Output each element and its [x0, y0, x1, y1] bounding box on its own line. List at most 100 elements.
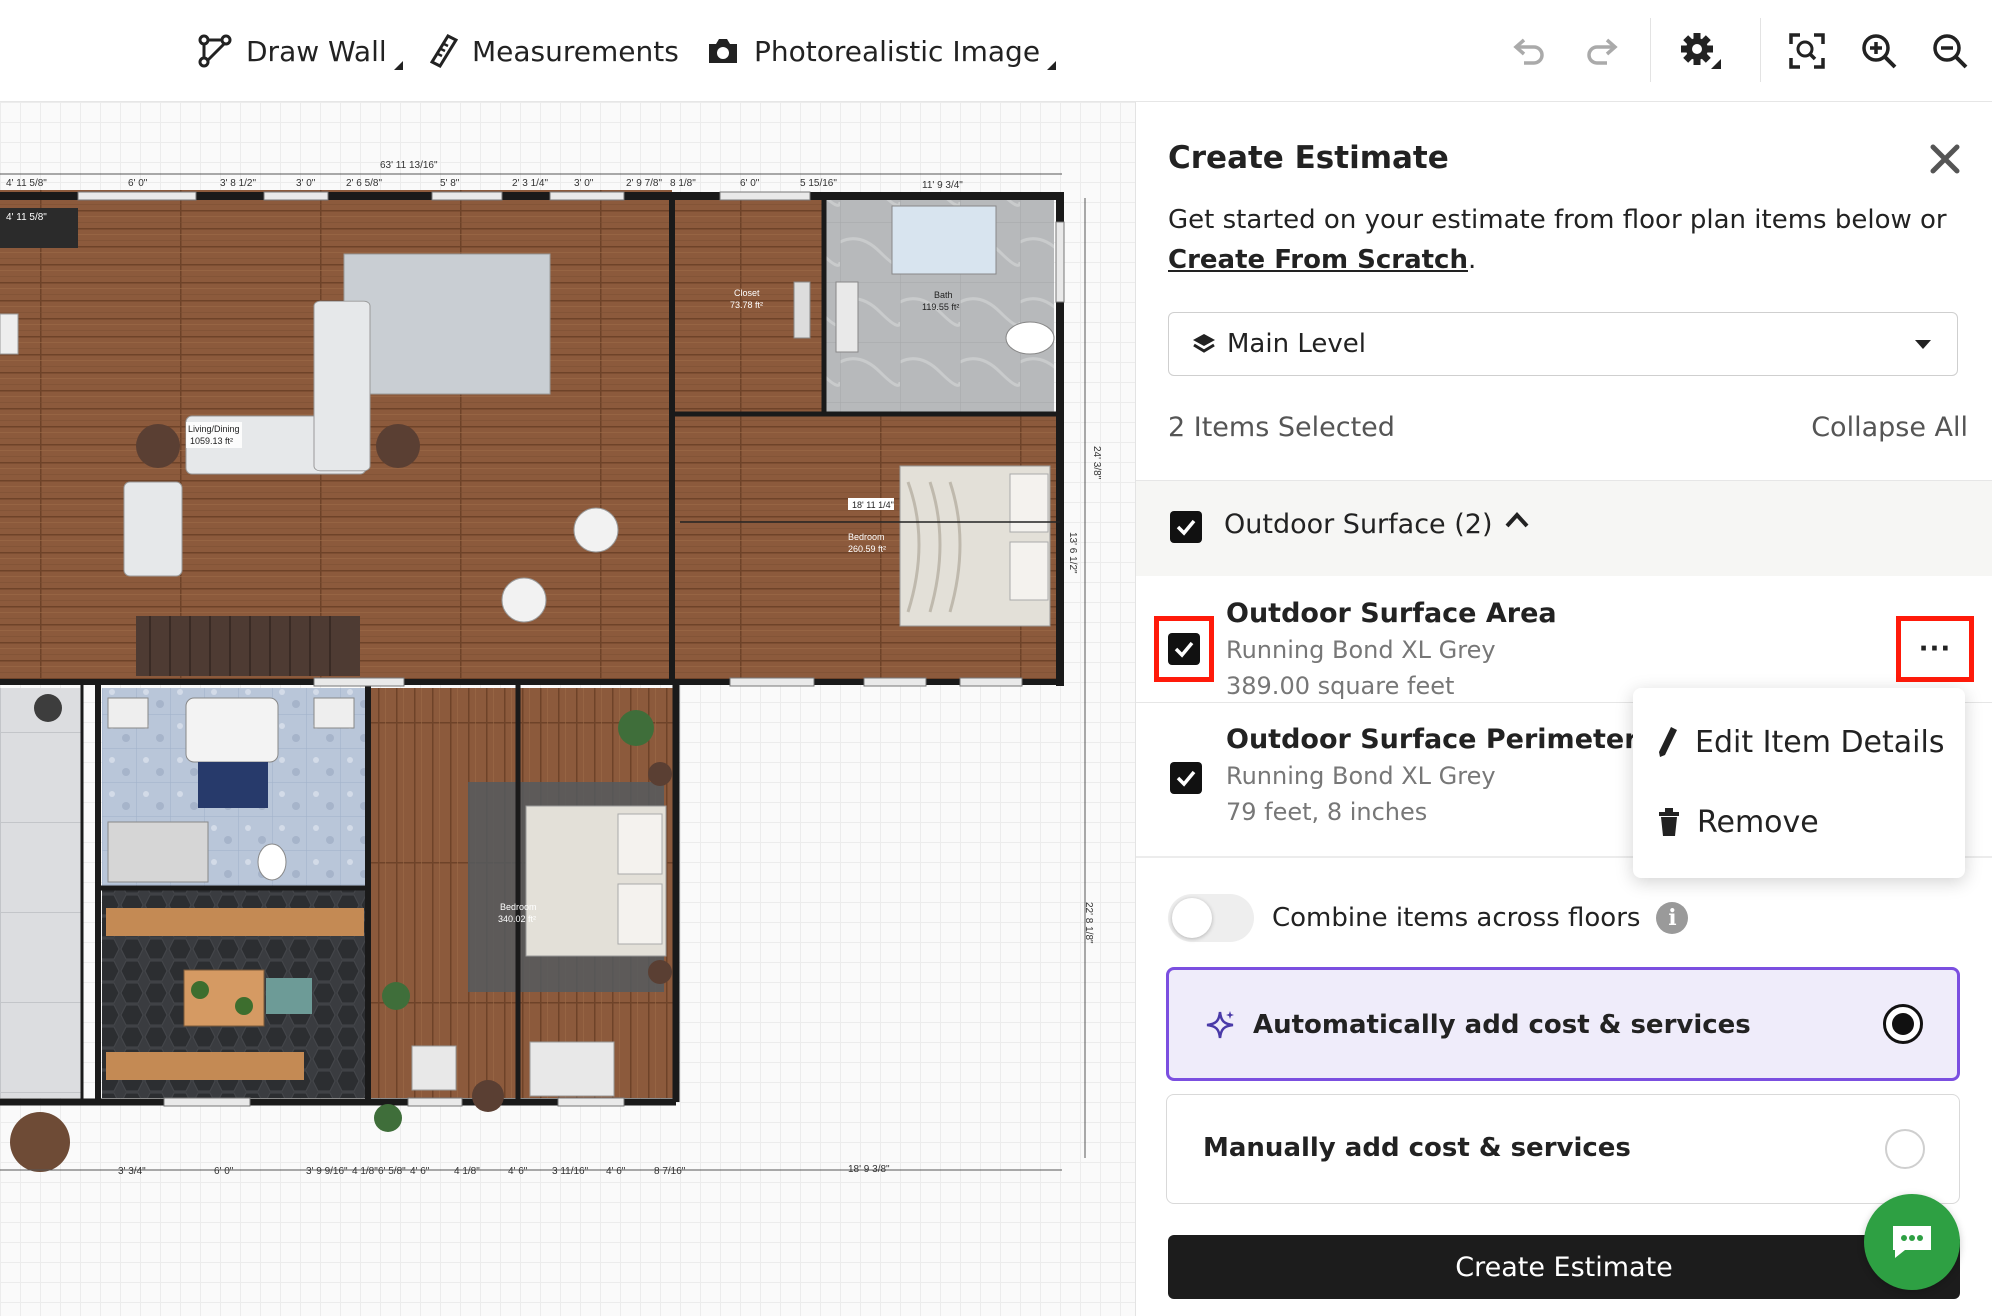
- room-label-bath: Bath: [934, 290, 953, 300]
- zoom-out-icon[interactable]: [1925, 26, 1975, 76]
- auto-add-cost-option[interactable]: Automatically add cost & services: [1166, 967, 1960, 1081]
- item-checkbox[interactable]: [1170, 762, 1202, 794]
- toolbar-divider: [1760, 18, 1761, 82]
- dim-bottom: 4 1/8": [454, 1166, 480, 1177]
- chat-icon: [1893, 1226, 1931, 1258]
- room-area-closet: 73.78 ft²: [730, 300, 763, 310]
- top-toolbar: Draw Wall Measurements Photorealistic Im…: [0, 0, 1992, 102]
- combine-floors-toggle[interactable]: [1168, 894, 1254, 942]
- dim-top: 3' 0": [296, 178, 316, 189]
- room-area-bedroom-2: 340.02 ft²: [498, 914, 536, 924]
- layers-icon: [1193, 334, 1215, 353]
- chevron-down-icon: [1915, 340, 1931, 349]
- dim-top: 5 15/16": [800, 178, 837, 189]
- dim-top: 6' 0": [740, 178, 760, 189]
- checkmark-icon: [1176, 770, 1196, 787]
- item-material: Running Bond XL Grey: [1226, 636, 1496, 664]
- edit-item-details-menu-item[interactable]: Edit Item Details: [1657, 712, 1944, 772]
- level-select-value: Main Level: [1227, 329, 1366, 359]
- checkmark-icon: [1174, 641, 1194, 658]
- auto-add-radio[interactable]: [1883, 1004, 1923, 1044]
- edit-item-details-label: Edit Item Details: [1695, 724, 1945, 760]
- more-options-icon[interactable]: ···: [1905, 620, 1965, 678]
- draw-wall-button[interactable]: Draw Wall: [198, 28, 403, 74]
- group-checkbox[interactable]: [1170, 511, 1202, 543]
- redo-icon[interactable]: [1577, 26, 1627, 76]
- remove-menu-item[interactable]: Remove: [1657, 792, 1819, 852]
- checkmark-icon: [1176, 519, 1196, 536]
- item-checkbox[interactable]: [1168, 633, 1200, 665]
- zoom-in-icon[interactable]: [1854, 26, 1904, 76]
- description-text: Get started on your estimate from floor …: [1168, 205, 1947, 235]
- item-title: Outdoor Surface Area: [1226, 598, 1557, 629]
- gear-icon[interactable]: [1676, 26, 1726, 76]
- create-estimate-button[interactable]: Create Estimate: [1168, 1235, 1960, 1299]
- dim-right: 13' 6 1/2": [1067, 532, 1078, 574]
- collapse-all-button[interactable]: Collapse All: [1811, 412, 1968, 443]
- item-title: Outdoor Surface Perimeter: [1226, 724, 1638, 755]
- close-icon[interactable]: [1928, 142, 1962, 176]
- caret-down-icon: [1047, 61, 1057, 70]
- fit-view-icon[interactable]: [1782, 26, 1832, 76]
- item-size: 79 feet, 8 inches: [1226, 798, 1428, 826]
- chevron-up-icon[interactable]: [1504, 511, 1530, 533]
- dim-top: 2' 6 5/8": [346, 178, 382, 189]
- auto-add-label: Automatically add cost & services: [1253, 1010, 1751, 1040]
- item-material: Running Bond XL Grey: [1226, 762, 1496, 790]
- dim-top: 5' 8": [440, 178, 460, 189]
- dim-top: 8 1/8": [670, 178, 696, 189]
- panel-description: Get started on your estimate from floor …: [1168, 200, 1958, 280]
- info-icon[interactable]: i: [1656, 902, 1689, 934]
- undo-icon[interactable]: [1504, 26, 1554, 76]
- dim-right: 22' 8 1/8": [1083, 902, 1094, 944]
- list-item: Outdoor Surface Area Running Bond XL Gre…: [1136, 576, 1992, 700]
- items-selected-count: 2 Items Selected: [1168, 412, 1395, 443]
- dim-top: 2' 9 7/8": [626, 178, 662, 189]
- pencil-icon: [1659, 727, 1677, 757]
- dim-bottom-total: 18' 9 3/8": [848, 1164, 890, 1175]
- dim-top-total: 63' 11 13/16": [380, 160, 438, 171]
- group-header-outdoor-surface: Outdoor Surface (2): [1136, 480, 1992, 576]
- dim-top: 3' 0": [574, 178, 594, 189]
- level-select[interactable]: Main Level: [1168, 312, 1958, 376]
- room-area-bath: 119.55 ft²: [922, 302, 959, 312]
- dim-top: 3' 8 1/2": [220, 178, 256, 189]
- description-period: .: [1467, 245, 1477, 275]
- item-options-menu: Edit Item Details Remove: [1633, 688, 1965, 878]
- draw-wall-label: Draw Wall: [246, 34, 387, 68]
- dim-bottom: 3' 3/4": [118, 1166, 146, 1177]
- bed-width-label: 18' 11 1/4": [852, 500, 894, 510]
- dim-bottom: 4' 6": [606, 1166, 626, 1177]
- room-label-bedroom-1: Bedroom: [848, 532, 885, 542]
- chat-button[interactable]: [1864, 1194, 1960, 1290]
- dim-bottom: 6' 0": [214, 1166, 234, 1177]
- manual-add-cost-option[interactable]: Manually add cost & services: [1166, 1094, 1960, 1204]
- group-label: Outdoor Surface (2): [1224, 509, 1493, 540]
- dim-top: 2' 3 1/4": [512, 178, 548, 189]
- toolbar-divider: [1650, 18, 1651, 82]
- outdoor-surface-area[interactable]: [0, 688, 82, 1098]
- panel-title: Create Estimate: [1168, 140, 1449, 176]
- create-from-scratch-link[interactable]: Create From Scratch: [1168, 245, 1468, 275]
- sparkle-icon: [1206, 1011, 1234, 1039]
- caret-down-icon: [393, 61, 403, 70]
- photorealistic-image-button[interactable]: Photorealistic Image: [706, 28, 1057, 74]
- room-label-closet: Closet: [734, 288, 760, 298]
- manual-add-radio[interactable]: [1885, 1129, 1925, 1169]
- dim-bottom: 4' 6": [410, 1166, 430, 1177]
- manual-add-label: Manually add cost & services: [1203, 1133, 1631, 1163]
- combine-floors-row: Combine items across floors i: [1168, 892, 1689, 944]
- room-label-bedroom-2: Bedroom: [500, 902, 537, 912]
- camera-icon: [709, 39, 737, 63]
- item-size: 389.00 square feet: [1226, 672, 1455, 700]
- remove-label: Remove: [1697, 804, 1819, 840]
- trash-icon: [1659, 808, 1679, 836]
- floor-plan-canvas[interactable]: 63' 11 13/16" 4' 11 5/8" 6' 0" 3' 8 1/2"…: [0, 102, 1135, 1316]
- room-area-bedroom-1: 260.59 ft²: [848, 544, 886, 554]
- toggle-knob: [1172, 898, 1212, 938]
- dim-right: 24' 3/8": [1091, 446, 1102, 480]
- measurements-button[interactable]: Measurements: [430, 28, 679, 74]
- dim-bottom: 8 7/16": [654, 1166, 686, 1177]
- dim-bottom: 3' 9 9/16": [306, 1166, 348, 1177]
- room-area-living: 1059.13 ft²: [190, 436, 233, 446]
